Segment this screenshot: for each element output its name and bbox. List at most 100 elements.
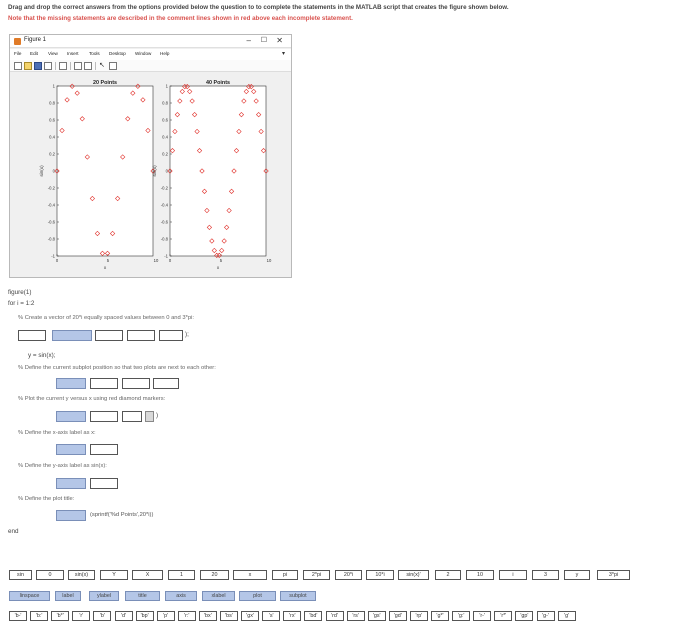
menu-view[interactable]: View: [48, 51, 58, 56]
marker-tile-17[interactable]: 'gs': [367, 611, 386, 621]
drop-slot-13[interactable]: [145, 411, 154, 422]
menu-window[interactable]: Window: [135, 51, 151, 56]
marker-tile-25[interactable]: 'g-': [536, 611, 555, 621]
marker-tile-12[interactable]: 's': [262, 611, 281, 621]
link-plot-icon[interactable]: [59, 62, 67, 70]
option-tile-1[interactable]: 0: [36, 570, 64, 580]
marker-tile-15[interactable]: 'rd': [325, 611, 344, 621]
option-tile-3[interactable]: Y: [100, 570, 128, 580]
function-tile-4[interactable]: axis: [165, 591, 197, 601]
option-tile-13[interactable]: 2: [435, 570, 461, 580]
print-icon[interactable]: [44, 62, 52, 70]
marker-tile-19[interactable]: 'rp': [409, 611, 428, 621]
property-inspector-icon[interactable]: [109, 62, 117, 70]
menu-desktop[interactable]: Desktop: [109, 51, 126, 56]
menu-overflow-arrow-icon[interactable]: ▾: [282, 50, 285, 57]
function-tile-0[interactable]: linspace: [9, 591, 50, 601]
marker-tile-4[interactable]: 'b': [93, 611, 112, 621]
drop-slot-2[interactable]: [52, 330, 92, 341]
ytick-label-right: 0.4: [162, 135, 168, 140]
function-tile-2[interactable]: ylabel: [89, 591, 119, 601]
drop-slot-3[interactable]: [95, 330, 123, 341]
marker-tile-3[interactable]: 'r': [72, 611, 91, 621]
marker-tile-8[interactable]: 'r:': [177, 611, 196, 621]
function-tile-5[interactable]: xlabel: [202, 591, 235, 601]
drop-slot-16[interactable]: [56, 478, 86, 489]
marker-tile-20[interactable]: 'g*': [431, 611, 449, 621]
drop-slot-4[interactable]: [127, 330, 155, 341]
menu-edit[interactable]: Edit: [30, 51, 38, 56]
new-figure-icon[interactable]: [14, 62, 22, 70]
option-tile-7[interactable]: x: [233, 570, 267, 580]
drop-slot-1[interactable]: [18, 330, 46, 341]
drop-slot-9[interactable]: [153, 378, 179, 389]
drop-slot-15[interactable]: [90, 444, 118, 455]
option-tile-11[interactable]: 10*i: [366, 570, 394, 580]
open-file-icon[interactable]: [24, 62, 32, 70]
marker-tile-21[interactable]: 'g:': [452, 611, 471, 621]
drop-slot-12[interactable]: [122, 411, 142, 422]
marker-tile-11[interactable]: 'gx': [241, 611, 260, 621]
marker-tile-26[interactable]: 'g': [557, 611, 576, 621]
option-tile-16[interactable]: 3: [532, 570, 559, 580]
marker-tile-24[interactable]: 'gp': [515, 611, 534, 621]
drop-slot-14[interactable]: [56, 444, 86, 455]
drop-slot-10[interactable]: [56, 411, 86, 422]
maximize-icon[interactable]: ☐: [261, 36, 267, 46]
drop-slot-17[interactable]: [90, 478, 118, 489]
option-tile-10[interactable]: 20*i: [335, 570, 362, 580]
marker-tile-5[interactable]: 'd': [114, 611, 133, 621]
marker-tile-18[interactable]: 'gd': [388, 611, 407, 621]
function-tile-6[interactable]: plot: [239, 591, 276, 601]
option-tile-14[interactable]: 10: [466, 570, 494, 580]
save-icon[interactable]: [34, 62, 42, 70]
option-tile-9[interactable]: 2*pi: [303, 570, 330, 580]
marker-tile-14[interactable]: 'bd': [304, 611, 323, 621]
ytick-label-left: 1: [53, 84, 56, 89]
marker-tile-7[interactable]: 'p': [156, 611, 175, 621]
option-tile-18[interactable]: 3*pi: [597, 570, 630, 580]
option-tile-6[interactable]: 20: [200, 570, 229, 580]
insert-colorbar-icon[interactable]: [74, 62, 82, 70]
marker-tile-13[interactable]: 'rx': [283, 611, 302, 621]
drop-slot-7[interactable]: [90, 378, 118, 389]
function-tile-1[interactable]: label: [55, 591, 81, 601]
xtick-label-right: 10: [267, 258, 272, 263]
edit-plot-arrow-icon[interactable]: ↖: [99, 62, 107, 70]
option-tile-2[interactable]: sin(x): [68, 570, 95, 580]
menu-file[interactable]: File: [14, 51, 21, 56]
matlab-figure-icon: [14, 38, 21, 45]
option-tile-8[interactable]: pi: [272, 570, 298, 580]
option-tile-15[interactable]: i: [499, 570, 527, 580]
marker-tile-16[interactable]: 'rs': [346, 611, 365, 621]
insert-legend-icon[interactable]: [84, 62, 92, 70]
marker-tile-6[interactable]: 'bp': [135, 611, 154, 621]
marker-tile-2[interactable]: 'b*': [51, 611, 70, 621]
marker-tile-22[interactable]: 'r-': [473, 611, 492, 621]
function-tile-3[interactable]: title: [125, 591, 160, 601]
option-tile-4[interactable]: X: [132, 570, 163, 580]
menu-tools[interactable]: Tools: [89, 51, 100, 56]
ytick-label-left: 0.2: [49, 152, 55, 157]
xaxis-label-left: x: [104, 265, 107, 270]
drop-slot-5[interactable]: [159, 330, 183, 341]
close-icon[interactable]: ✕: [276, 36, 283, 46]
menu-help[interactable]: Help: [160, 51, 169, 56]
drop-slot-18[interactable]: [56, 510, 86, 521]
drop-slot-8[interactable]: [122, 378, 150, 389]
option-tile-17[interactable]: y: [564, 570, 590, 580]
drop-slot-11[interactable]: [90, 411, 118, 422]
option-tile-12[interactable]: sin(x)': [398, 570, 429, 580]
option-tile-0[interactable]: sin: [9, 570, 32, 580]
xtick-label-left: 0: [56, 258, 59, 263]
function-tile-7[interactable]: subplot: [280, 591, 316, 601]
minimize-icon[interactable]: –: [247, 36, 251, 46]
drop-slot-6[interactable]: [56, 378, 86, 389]
marker-tile-1[interactable]: 'b:': [30, 611, 49, 621]
marker-tile-0[interactable]: 'b-': [9, 611, 27, 621]
marker-tile-9[interactable]: 'bx': [198, 611, 217, 621]
marker-tile-10[interactable]: 'bs': [220, 611, 238, 621]
menu-insert[interactable]: Insert: [67, 51, 79, 56]
option-tile-5[interactable]: 1: [168, 570, 195, 580]
marker-tile-23[interactable]: 'r*': [494, 611, 513, 621]
